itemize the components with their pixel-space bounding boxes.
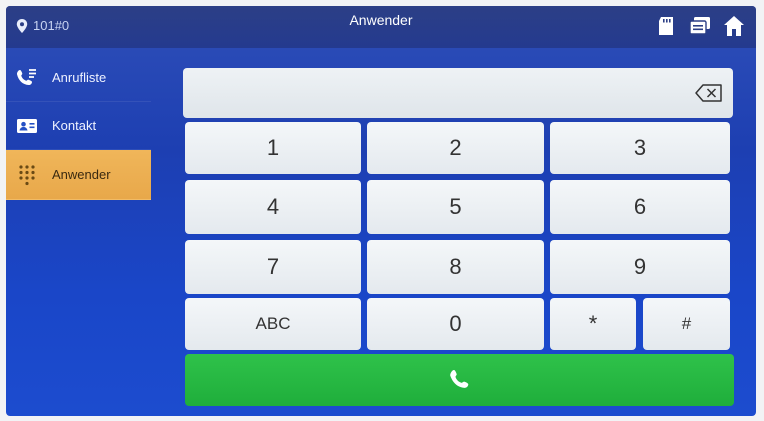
messages-icon[interactable]: [688, 14, 712, 38]
key-4[interactable]: 4: [185, 180, 361, 234]
sidebar-item-label: Kontakt: [52, 118, 97, 133]
sidebar: Anrufliste Kontakt Anwender: [6, 54, 151, 200]
sidebar-item-label: Anrufliste: [52, 70, 107, 85]
dialpad-icon: [14, 162, 40, 188]
key-5[interactable]: 5: [367, 180, 544, 234]
home-icon[interactable]: [722, 14, 746, 38]
top-icons: [654, 14, 746, 38]
key-8[interactable]: 8: [367, 240, 544, 294]
sidebar-item-label: Anwender: [52, 167, 111, 182]
key-0[interactable]: 0: [367, 298, 544, 350]
call-button[interactable]: [185, 354, 734, 406]
number-display[interactable]: [183, 68, 733, 118]
key-1[interactable]: 1: [185, 122, 361, 174]
top-bar: 101#0 Anwender: [6, 6, 756, 48]
backspace-icon[interactable]: [695, 83, 723, 103]
key-6[interactable]: 6: [550, 180, 730, 234]
key-abc[interactable]: ABC: [185, 298, 361, 350]
contact-card-icon: [14, 113, 40, 139]
phone-icon: [449, 370, 468, 388]
call-log-icon: [14, 65, 40, 91]
sd-card-icon[interactable]: [654, 14, 678, 38]
key-3[interactable]: 3: [550, 122, 730, 174]
sidebar-item-anrufliste[interactable]: Anrufliste: [6, 54, 151, 102]
page-title: Anwender: [349, 12, 413, 28]
key-2[interactable]: 2: [367, 122, 544, 174]
sidebar-item-anwender[interactable]: Anwender: [6, 150, 151, 200]
sidebar-item-kontakt[interactable]: Kontakt: [6, 102, 151, 150]
intercom-screen: 101#0 Anwender Anrufliste Kontakt Anwend…: [6, 6, 756, 416]
key-7[interactable]: 7: [185, 240, 361, 294]
key-hash[interactable]: #: [643, 298, 730, 350]
key-star[interactable]: *: [550, 298, 636, 350]
key-9[interactable]: 9: [550, 240, 730, 294]
